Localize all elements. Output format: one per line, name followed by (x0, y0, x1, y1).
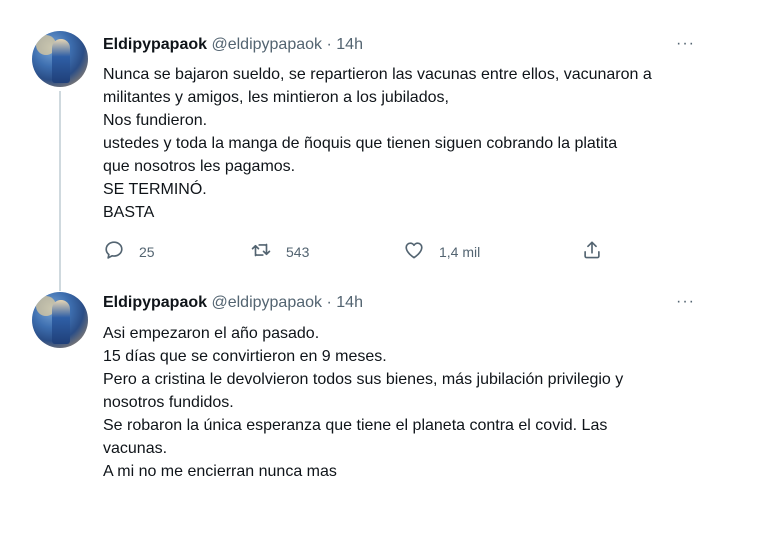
share-button[interactable] (581, 239, 603, 265)
tweet-line: Nos fundieron. (103, 112, 208, 129)
avatar-figure (52, 300, 70, 344)
reply-count: 25 (139, 244, 155, 260)
separator-dot: · (326, 294, 332, 311)
avatar[interactable] (32, 31, 88, 87)
tweet-line: nosotros fundidos. (103, 394, 234, 411)
user-handle[interactable]: @eldipypapaok (211, 294, 322, 311)
retweet-icon (250, 239, 272, 266)
like-button[interactable]: 1,4 mil (403, 239, 480, 265)
tweet-text: Asi empezaron el año pasado. 15 días que… (103, 322, 713, 483)
tweet-line: A mi no me encierran nunca mas (103, 463, 337, 480)
display-name[interactable]: Eldipypapaok (103, 36, 207, 53)
thread-connector-line (59, 91, 61, 291)
tweet-line: Pero a cristina le devolvieron todos sus… (103, 371, 624, 388)
tweet-line: militantes y amigos, les mintieron a los… (103, 89, 449, 106)
tweet-line: 15 días que se convirtieron en 9 meses. (103, 348, 387, 365)
more-options-icon[interactable]: ··· (676, 34, 695, 54)
tweet-line: Se robaron la única esperanza que tiene … (103, 417, 608, 434)
like-icon (403, 239, 425, 266)
more-options-icon[interactable]: ··· (676, 292, 695, 312)
avatar[interactable] (32, 292, 88, 348)
separator-dot: · (326, 36, 332, 53)
tweet-1[interactable]: Eldipypapaok @eldipypapaok · 14h ··· Nun… (0, 0, 767, 291)
tweet-header: Eldipypapaok @eldipypapaok · 14h (103, 293, 363, 313)
display-name[interactable]: Eldipypapaok (103, 294, 207, 311)
tweet-text: Nunca se bajaron sueldo, se repartieron … (103, 63, 713, 224)
tweet-actions: 25 543 1,4 mil (103, 239, 613, 265)
tweet-line: SE TERMINÓ. (103, 181, 207, 198)
tweet-line: que nosotros les pagamos. (103, 158, 296, 175)
timestamp[interactable]: 14h (336, 294, 363, 311)
timestamp[interactable]: 14h (336, 36, 363, 53)
like-count: 1,4 mil (439, 244, 481, 260)
share-icon (581, 239, 603, 266)
tweet-2[interactable]: Eldipypapaok @eldipypapaok · 14h ··· Asi… (0, 285, 767, 538)
retweet-count: 543 (286, 244, 310, 260)
tweet-line: ustedes y toda la manga de ñoquis que ti… (103, 135, 618, 152)
reply-button[interactable]: 25 (103, 239, 155, 265)
user-handle[interactable]: @eldipypapaok (211, 36, 322, 53)
tweet-header: Eldipypapaok @eldipypapaok · 14h (103, 35, 363, 55)
avatar-figure (52, 39, 70, 83)
tweet-line: Asi empezaron el año pasado. (103, 325, 320, 342)
tweet-line: vacunas. (103, 440, 168, 457)
reply-icon (103, 239, 125, 266)
retweet-button[interactable]: 543 (250, 239, 309, 265)
tweet-line: Nunca se bajaron sueldo, se repartieron … (103, 66, 652, 83)
tweet-line: BASTA (103, 204, 155, 221)
